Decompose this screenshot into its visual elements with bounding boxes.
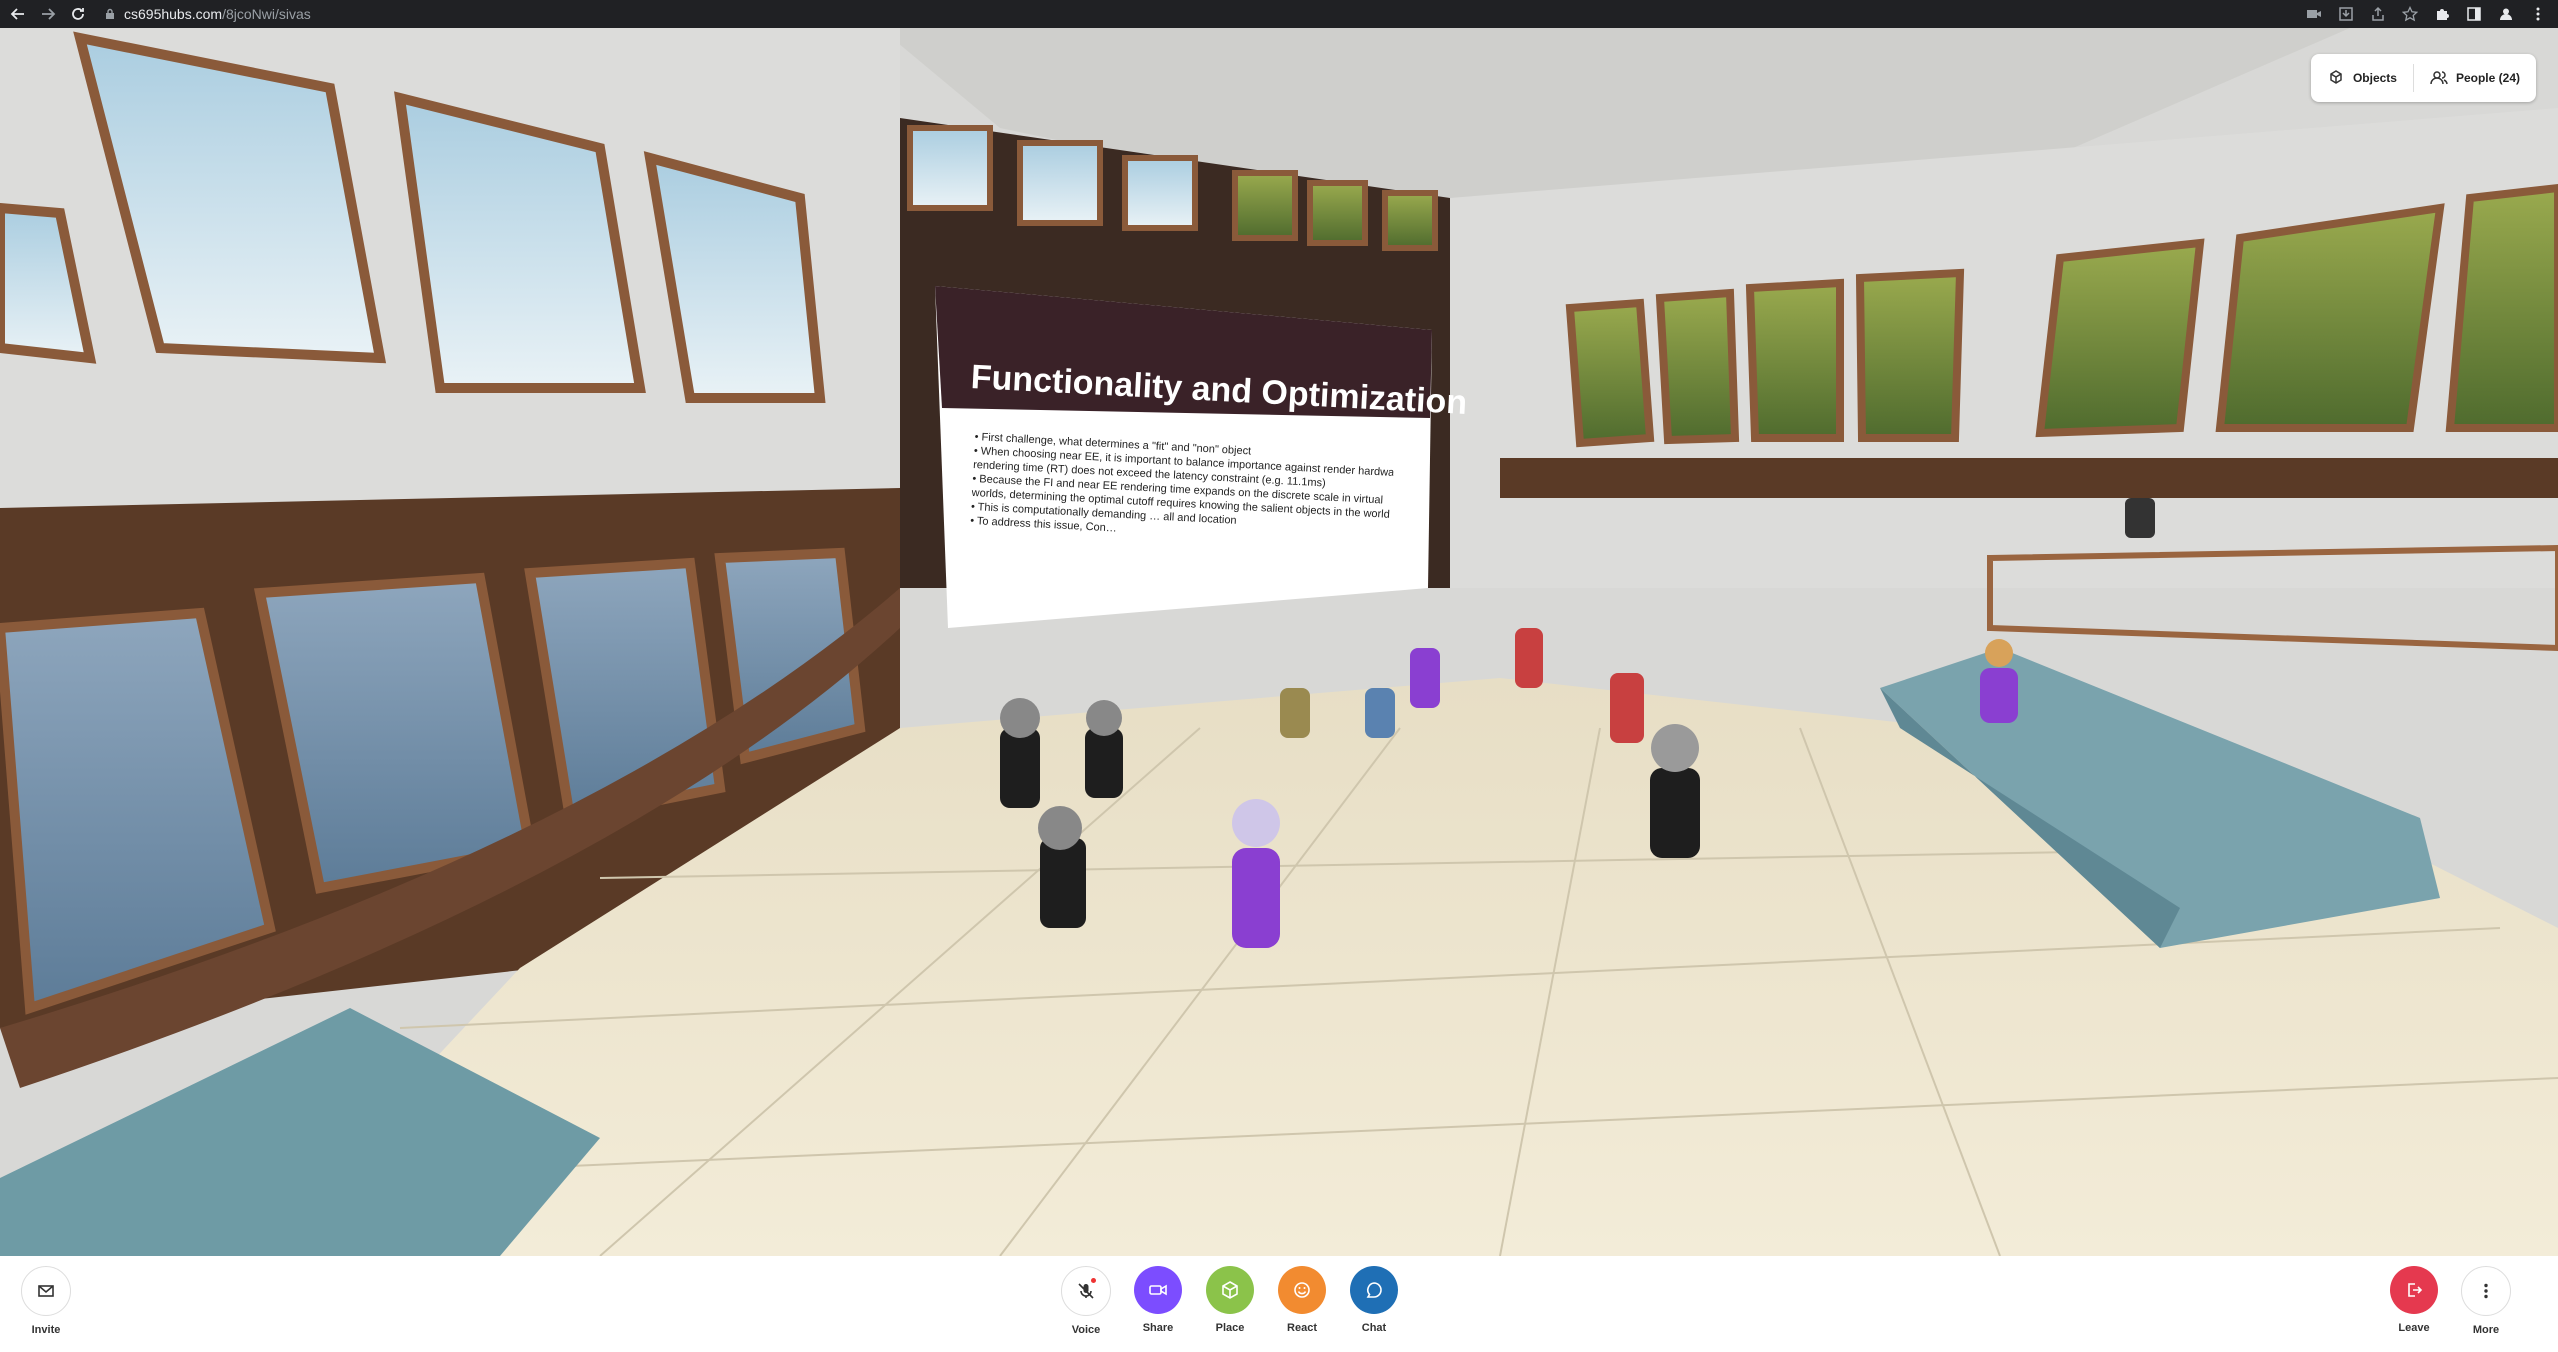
scene-canvas <box>0 28 2558 1256</box>
leave-circle <box>2390 1266 2438 1314</box>
bookmark-button[interactable] <box>2398 2 2422 26</box>
star-icon <box>2402 6 2418 22</box>
url-host: cs695hubs.com <box>124 6 223 22</box>
chat-button[interactable]: Chat <box>1344 1266 1404 1334</box>
mail-icon <box>38 1285 54 1297</box>
react-button[interactable]: React <box>1272 1266 1332 1334</box>
invite-label: Invite <box>31 1324 61 1336</box>
camera-indicator[interactable] <box>2302 2 2326 26</box>
objects-label: Objects <box>2352 71 2397 85</box>
people-label: People (24) <box>2455 71 2520 85</box>
voice-button[interactable]: Voice <box>1056 1266 1116 1336</box>
address-bar[interactable]: cs695hubs.com/8jcoNwi/sivas <box>104 3 311 25</box>
mic-status-dot <box>1091 1278 1096 1283</box>
people-icon <box>2430 71 2448 85</box>
place-button[interactable]: Place <box>1200 1266 1260 1334</box>
share-icon <box>2372 6 2384 21</box>
cube-icon <box>1222 1281 1238 1299</box>
profile-button[interactable] <box>2494 2 2518 26</box>
reload-icon <box>72 8 84 20</box>
extensions-button[interactable] <box>2430 2 2454 26</box>
camera-icon <box>2307 10 2321 18</box>
invite-circle <box>21 1266 71 1316</box>
voice-circle <box>1061 1266 1111 1316</box>
chat-label: Chat <box>1361 1322 1387 1334</box>
people-button[interactable]: People (24) <box>2414 54 2536 102</box>
place-label: Place <box>1215 1322 1245 1334</box>
video-icon <box>1149 1284 1167 1296</box>
room-panel: Objects People (24) <box>2310 54 2536 102</box>
chat-circle <box>1350 1266 1398 1314</box>
voice-label: Voice <box>1071 1324 1101 1336</box>
share-label: Share <box>1142 1322 1174 1334</box>
chat-bubble-icon <box>1366 1282 1382 1298</box>
back-icon <box>10 8 24 20</box>
react-circle <box>1278 1266 1326 1314</box>
share-circle <box>1134 1266 1182 1314</box>
more-vertical-icon <box>2484 1283 2488 1299</box>
side-panel-button[interactable] <box>2462 2 2486 26</box>
mic-muted-icon <box>1078 1283 1094 1299</box>
puzzle-icon <box>2437 9 2449 20</box>
place-circle <box>1206 1266 1254 1314</box>
browser-toolbar: cs695hubs.com/8jcoNwi/sivas <box>0 0 2558 28</box>
exit-icon <box>2408 1283 2423 1297</box>
back-button[interactable] <box>6 2 30 26</box>
invite-button[interactable]: Invite <box>16 1266 76 1336</box>
more-button[interactable]: More <box>2456 1266 2516 1336</box>
lock-icon <box>106 8 114 19</box>
more-label: More <box>2472 1324 2500 1336</box>
install-icon <box>2339 7 2353 21</box>
forward-icon <box>42 8 56 20</box>
profile-icon <box>2500 8 2512 20</box>
browser-menu-button[interactable] <box>2526 2 2550 26</box>
virtual-room-scene[interactable]: Functionality and Optimization • First c… <box>0 28 2558 1256</box>
smile-icon <box>1294 1282 1310 1298</box>
forward-button[interactable] <box>36 2 60 26</box>
more-circle <box>2461 1266 2511 1316</box>
objects-button[interactable]: Objects <box>2311 54 2413 102</box>
reload-button[interactable] <box>66 2 90 26</box>
share-button[interactable]: Share <box>1128 1266 1188 1334</box>
install-app-button[interactable] <box>2334 2 2358 26</box>
objects-icon <box>2330 70 2342 84</box>
leave-label: Leave <box>2398 1322 2430 1334</box>
side-panel-icon <box>2467 7 2481 21</box>
react-label: React <box>1287 1322 1317 1334</box>
leave-button[interactable]: Leave <box>2384 1266 2444 1334</box>
share-page-button[interactable] <box>2366 2 2390 26</box>
url-path: /8jcoNwi/sivas <box>222 6 311 22</box>
more-vertical-icon <box>2536 7 2540 21</box>
bottom-toolbar: Invite Voice Share Place React Chat Leav… <box>0 1256 2558 1352</box>
